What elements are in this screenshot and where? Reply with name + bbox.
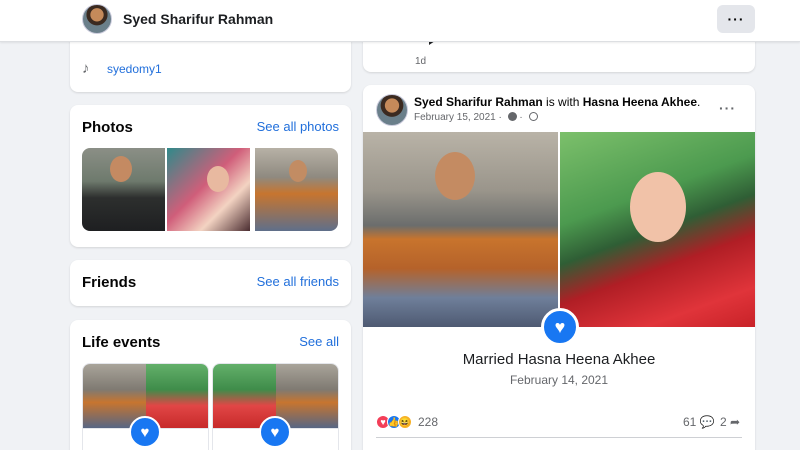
- see-all-photos-link[interactable]: See all photos: [257, 119, 339, 134]
- post-author-name[interactable]: Syed Sharifur Rahman: [414, 95, 543, 109]
- more-options-button[interactable]: ···: [717, 5, 755, 33]
- life-event-post: Syed Sharifur Rahman is with Hasna Heena…: [363, 85, 755, 450]
- haha-reaction-icon: 😆: [398, 415, 412, 429]
- reaction-count[interactable]: 228: [418, 415, 438, 429]
- photo-thumbnail[interactable]: [167, 148, 250, 231]
- post-header: Syed Sharifur Rahman is with Hasna Heena…: [414, 95, 701, 109]
- post-timestamp[interactable]: 1d: [415, 56, 426, 67]
- comments-count[interactable]: 61 💬: [683, 415, 715, 429]
- friends-title[interactable]: Friends: [82, 274, 136, 291]
- post-photo[interactable]: [363, 132, 558, 327]
- heart-icon: ♥: [259, 416, 291, 448]
- meta-separator: ·: [519, 112, 523, 123]
- life-events-card: Life events See all ♥ ♥: [70, 320, 351, 450]
- post-with-text: is with: [546, 95, 580, 109]
- meta-separator: ·: [498, 112, 502, 123]
- heart-icon: ♥: [541, 308, 579, 346]
- profile-header-bar: Syed Sharifur Rahman ···: [0, 0, 800, 42]
- post-date[interactable]: February 15, 2021: [414, 112, 496, 123]
- photo-thumbnail[interactable]: [255, 148, 338, 231]
- divider: [376, 437, 742, 438]
- life-event-photo: [275, 364, 338, 428]
- profile-avatar[interactable]: [82, 4, 112, 34]
- post-photo[interactable]: [560, 132, 755, 327]
- see-all-friends-link[interactable]: See all friends: [257, 274, 339, 289]
- life-event-date: February 14, 2021: [509, 373, 609, 387]
- globe-icon[interactable]: [528, 112, 538, 121]
- shares-count[interactable]: 2 ➦: [720, 415, 740, 429]
- photos-card: Photos See all photos: [70, 105, 351, 247]
- life-event-photo: [145, 364, 208, 428]
- tiktok-link[interactable]: syedomy1: [107, 62, 162, 76]
- life-event-title: Married Hasna Heena Akhee: [462, 351, 656, 368]
- friends-card: Friends See all friends: [70, 260, 351, 306]
- profile-name[interactable]: Syed Sharifur Rahman: [123, 11, 273, 27]
- tiktok-icon: ♪: [82, 60, 90, 77]
- clock-icon: [507, 112, 517, 121]
- heart-icon: ♥: [129, 416, 161, 448]
- post-meta: February 15, 2021 · ·: [414, 112, 538, 123]
- post-author-avatar[interactable]: [376, 94, 408, 126]
- see-all-life-events-link[interactable]: See all: [299, 334, 339, 349]
- photo-thumbnail[interactable]: [82, 148, 165, 231]
- reactions-summary[interactable]: ♥ 👍 😆 228: [376, 414, 438, 430]
- photos-title[interactable]: Photos: [82, 119, 133, 136]
- post-tagged-name[interactable]: Hasna Heena Akhee: [583, 95, 697, 109]
- post-more-options-button[interactable]: ···: [719, 100, 736, 116]
- life-events-title[interactable]: Life events: [82, 334, 160, 351]
